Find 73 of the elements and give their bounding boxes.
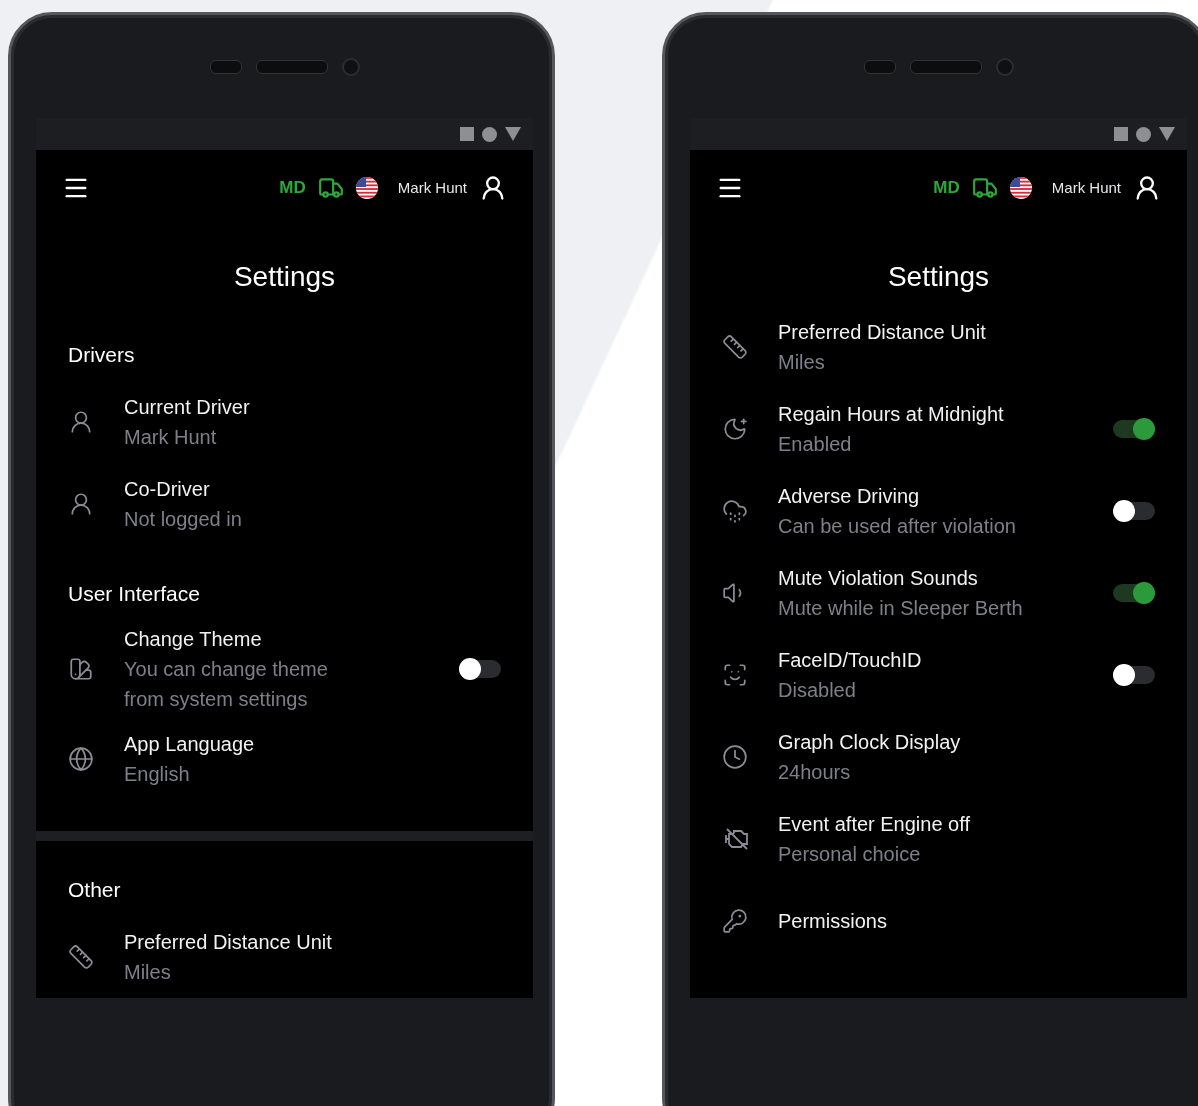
- settings-item[interactable]: Graph Clock Display 24hours: [690, 716, 1187, 798]
- setting-label: Regain Hours at Midnight: [778, 402, 1005, 427]
- setting-label: Preferred Distance Unit: [778, 320, 987, 345]
- cloud-icon: [722, 498, 748, 524]
- flag-icon: [1009, 176, 1032, 199]
- setting-label: App Language: [124, 732, 256, 757]
- page-title: Settings: [886, 260, 991, 294]
- circle-icon: [482, 126, 497, 142]
- settings-item[interactable]: Mute Violation Sounds Mute while in Sleeper Berth: [690, 552, 1187, 634]
- globe-icon: [68, 746, 94, 772]
- settings-item[interactable]: Current Driver Mark Hunt: [36, 381, 533, 463]
- setting-value: Disabled: [778, 678, 857, 703]
- settings-item[interactable]: Event after Engine off Personal choice: [690, 798, 1187, 880]
- setting-label: Event after Engine off: [778, 812, 971, 837]
- setting-value: Can be used after violation: [778, 514, 1017, 539]
- setting-label: FaceID/TouchID: [778, 648, 923, 673]
- setting-label: Mute Violation Sounds: [778, 566, 979, 591]
- toggle-switch[interactable]: [459, 660, 501, 678]
- setting-value: Mute while in Sleeper Berth: [778, 596, 1024, 621]
- square-icon: [460, 127, 474, 141]
- moon-icon: [722, 416, 748, 442]
- setting-label: Current Driver: [124, 395, 251, 420]
- toggle-switch[interactable]: [1113, 420, 1155, 438]
- clock-icon: [722, 744, 748, 770]
- triangle-icon: [1159, 127, 1175, 141]
- setting-label: Adverse Driving: [778, 484, 921, 509]
- setting-label: Preferred Distance Unit: [124, 930, 333, 955]
- toggle-switch[interactable]: [1113, 584, 1155, 602]
- settings-item[interactable]: Preferred Distance Unit Miles: [690, 306, 1187, 388]
- toggle-switch[interactable]: [1113, 502, 1155, 520]
- settings-item[interactable]: Co-Driver Not logged in: [36, 463, 533, 545]
- camera-icon: [995, 57, 1014, 76]
- circle-icon: [1136, 126, 1151, 142]
- ruler-icon: [722, 334, 748, 360]
- setting-value: Personal choice: [778, 842, 922, 867]
- ruler-icon: [68, 944, 94, 970]
- swatch-icon: [68, 656, 94, 682]
- setting-label: Permissions: [778, 909, 888, 934]
- camera-icon: [341, 57, 360, 76]
- driver-name: Mark Hunt: [1051, 179, 1121, 196]
- setting-value: Enabled: [778, 432, 853, 457]
- page-title: Settings: [232, 260, 337, 294]
- driver-name: Mark Hunt: [397, 179, 467, 196]
- face-scan-icon: [722, 662, 748, 688]
- section-title: User Interface: [67, 581, 201, 607]
- settings-item[interactable]: Adverse Driving Can be used after violation: [690, 470, 1187, 552]
- key-icon: [722, 908, 748, 934]
- setting-value: Miles: [778, 350, 826, 375]
- setting-value: Not logged in: [124, 507, 243, 532]
- square-icon: [1114, 127, 1128, 141]
- setting-value: English: [124, 762, 191, 787]
- toggle-switch[interactable]: [1113, 666, 1155, 684]
- section-title: Other: [67, 877, 122, 903]
- flag-icon: [355, 176, 378, 199]
- mode-label: MD: [279, 177, 306, 198]
- settings-item[interactable]: App Language English: [36, 718, 533, 800]
- setting-label: Change Theme: [124, 627, 263, 652]
- setting-value: Miles: [124, 960, 172, 985]
- setting-value: Mark Hunt: [124, 425, 218, 450]
- settings-item[interactable]: Preferred Distance Unit Miles: [36, 916, 533, 998]
- sensor-icon: [209, 59, 242, 74]
- settings-item[interactable]: Regain Hours at Midnight Enabled: [690, 388, 1187, 470]
- settings-item[interactable]: FaceID/TouchID Disabled: [690, 634, 1187, 716]
- setting-value: 24hours: [778, 760, 852, 785]
- setting-value: You can change theme from system settings: [124, 657, 329, 712]
- section-title: Drivers: [67, 342, 136, 368]
- settings-item[interactable]: Permissions: [690, 880, 1187, 962]
- settings-item[interactable]: Change Theme You can change theme from system settings: [36, 620, 533, 718]
- triangle-icon: [505, 127, 521, 141]
- sensor-icon: [863, 59, 896, 74]
- setting-label: Co-Driver: [124, 477, 211, 502]
- setting-label: Graph Clock Display: [778, 730, 962, 755]
- mode-label: MD: [933, 177, 960, 198]
